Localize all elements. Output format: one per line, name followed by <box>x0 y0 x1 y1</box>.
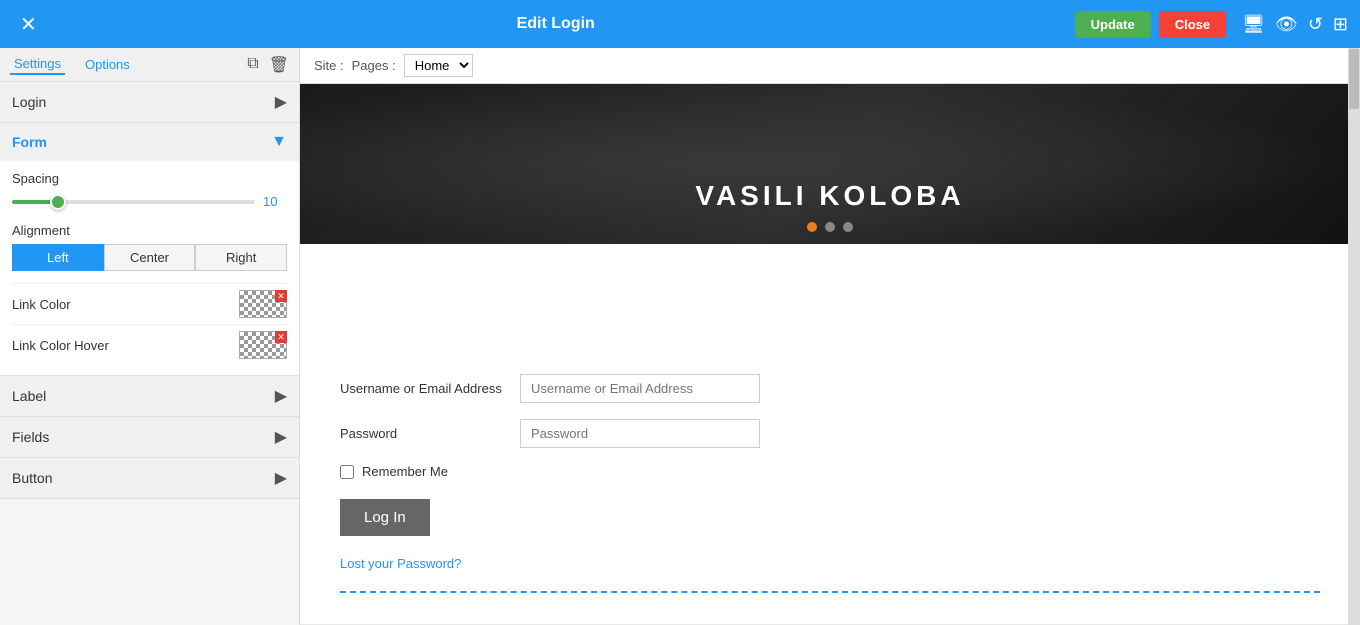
hero-dot-2[interactable] <box>825 222 835 232</box>
label-section-header[interactable]: Label ▶ <box>0 376 299 416</box>
page-title: Edit Login <box>37 15 1075 33</box>
label-section-label: Label <box>12 388 46 404</box>
options-tab[interactable]: Options <box>81 55 134 74</box>
top-bar-icons: 🖥 👁 ↺ ⊞ <box>1242 14 1348 35</box>
label-chevron-icon: ▶ <box>275 386 287 406</box>
align-center-button[interactable]: Center <box>104 244 196 271</box>
fields-chevron-icon: ▶ <box>275 427 287 447</box>
alignment-buttons: Left Center Right <box>12 244 287 271</box>
hero-dots <box>807 222 853 232</box>
remember-checkbox[interactable] <box>340 465 354 479</box>
spacing-value: 10 <box>263 194 287 209</box>
scrollbar-thumb[interactable] <box>1349 49 1359 109</box>
main-content: Site : Pages : Home VASILI KOLOBA Userna… <box>300 48 1360 625</box>
eye-icon[interactable]: 👁 <box>1275 14 1298 35</box>
history-icon[interactable]: ↺ <box>1308 14 1323 35</box>
login-form-area: Username or Email Address Password Remem… <box>300 344 1360 624</box>
label-section: Label ▶ <box>0 376 299 417</box>
fields-section: Fields ▶ <box>0 417 299 458</box>
form-section: Form ▼ Spacing 10 Alignment Left Center … <box>0 123 299 376</box>
hero-banner: VASILI KOLOBA <box>300 84 1360 244</box>
username-label: Username or Email Address <box>340 381 520 396</box>
form-section-label: Form <box>12 134 47 150</box>
link-color-swatch[interactable]: ✕ <box>239 290 287 318</box>
login-section-header[interactable]: Login ▶ <box>0 82 299 122</box>
pages-label: Pages : <box>352 58 396 73</box>
button-section: Button ▶ <box>0 458 299 499</box>
copy-icon[interactable]: ⧉ <box>247 55 258 75</box>
hero-dot-3[interactable] <box>843 222 853 232</box>
settings-tab[interactable]: Settings <box>10 54 65 75</box>
spacing-label: Spacing <box>12 171 287 186</box>
remember-row: Remember Me <box>340 464 1320 479</box>
hero-dot-1[interactable] <box>807 222 817 232</box>
spacing-slider[interactable] <box>12 200 255 204</box>
sitemap-icon[interactable]: ⊞ <box>1333 14 1348 35</box>
close-x-icon[interactable]: ✕ <box>20 12 37 37</box>
login-section: Login ▶ <box>0 82 299 123</box>
button-section-header[interactable]: Button ▶ <box>0 458 299 498</box>
password-label: Password <box>340 426 520 441</box>
fields-section-label: Fields <box>12 429 49 445</box>
form-section-header[interactable]: Form ▼ <box>0 123 299 161</box>
hero-banner-background <box>300 84 1360 244</box>
close-button[interactable]: Close <box>1159 11 1226 38</box>
top-bar-actions: Update Close 🖥 👁 ↺ ⊞ <box>1075 11 1348 38</box>
top-bar: ✕ Edit Login Update Close 🖥 👁 ↺ ⊞ <box>0 0 1360 48</box>
form-section-body: Spacing 10 Alignment Left Center Right L… <box>0 161 299 375</box>
password-input[interactable] <box>520 419 760 448</box>
link-color-remove-icon[interactable]: ✕ <box>275 290 287 302</box>
sidebar-tabs: Settings Options ⧉ 🗑 <box>0 48 299 82</box>
password-group: Password <box>340 419 1320 448</box>
username-group: Username or Email Address <box>340 374 1320 403</box>
button-chevron-icon: ▶ <box>275 468 287 488</box>
login-button[interactable]: Log In <box>340 499 430 536</box>
username-input[interactable] <box>520 374 760 403</box>
white-gap <box>300 244 1360 344</box>
sidebar: Settings Options ⧉ 🗑 Login ▶ Form ▼ Spac… <box>0 48 300 625</box>
desktop-icon[interactable]: 🖥 <box>1242 14 1265 35</box>
site-bar: Site : Pages : Home <box>300 48 1360 84</box>
link-color-hover-row: Link Color Hover ✕ <box>12 324 287 365</box>
align-left-button[interactable]: Left <box>12 244 104 271</box>
hero-title: VASILI KOLOBA <box>695 180 964 212</box>
link-color-label: Link Color <box>12 297 71 312</box>
lost-password-link[interactable]: Lost your Password? <box>340 556 461 571</box>
scrollbar[interactable] <box>1348 48 1360 625</box>
link-color-hover-label: Link Color Hover <box>12 338 109 353</box>
spacing-row: 10 <box>12 194 287 209</box>
link-color-row: Link Color ✕ <box>12 283 287 324</box>
site-label: Site : <box>314 58 344 73</box>
link-color-hover-swatch[interactable]: ✕ <box>239 331 287 359</box>
align-right-button[interactable]: Right <box>195 244 287 271</box>
alignment-label: Alignment <box>12 223 287 238</box>
delete-icon[interactable]: 🗑 <box>269 55 289 75</box>
login-chevron-icon: ▶ <box>275 92 287 112</box>
remember-label: Remember Me <box>362 464 448 479</box>
pages-select[interactable]: Home <box>404 54 473 77</box>
bottom-dashed-border <box>340 591 1320 593</box>
link-color-hover-remove-icon[interactable]: ✕ <box>275 331 287 343</box>
update-button[interactable]: Update <box>1075 11 1151 38</box>
fields-section-header[interactable]: Fields ▶ <box>0 417 299 457</box>
form-chevron-icon: ▼ <box>271 133 287 151</box>
login-section-label: Login <box>12 94 46 110</box>
button-section-label: Button <box>12 470 52 486</box>
